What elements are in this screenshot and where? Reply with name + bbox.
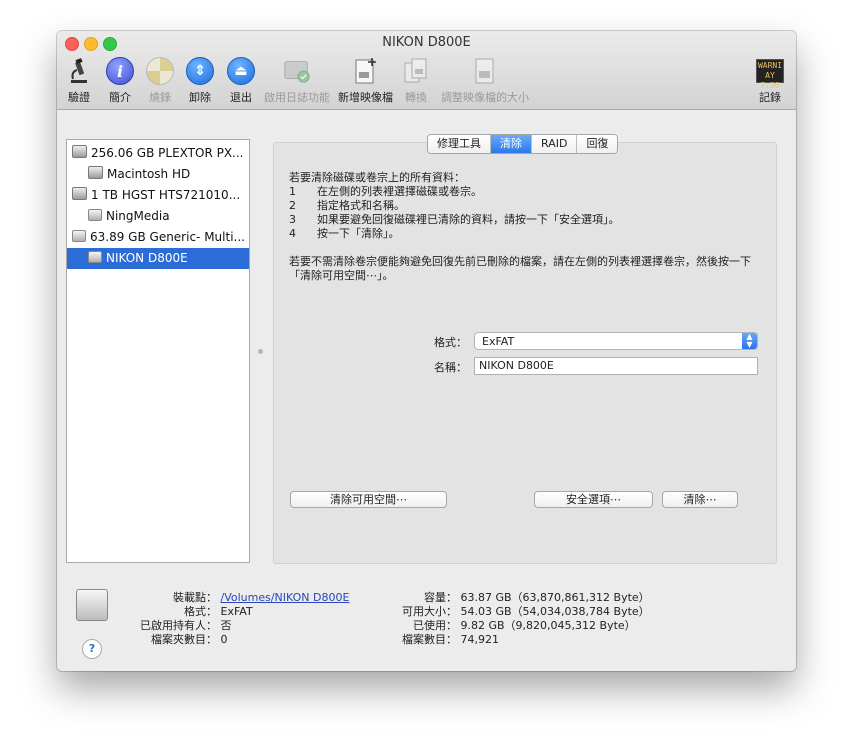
format-label: 格式：	[434, 336, 467, 349]
toolbar-burn-button[interactable]: 燒錄	[146, 57, 174, 105]
help-button[interactable]: ?	[82, 639, 102, 659]
toolbar-label: 退出	[230, 91, 252, 104]
format-select[interactable]: ExFAT ▲ ▼	[474, 332, 758, 350]
log-icon: WARNI AY 7:36	[756, 59, 784, 90]
chevron-updown-icon: ▲ ▼	[742, 333, 757, 349]
titlebar: NIKON D800E 驗證 i 簡介 燒錄 ⇕ 卸除 ⏏ 退出 啟用日誌功能 …	[57, 31, 796, 110]
toolbar-label: 卸除	[189, 91, 211, 104]
window-title: NIKON D800E	[382, 35, 471, 50]
sidebar-item-generic-disk[interactable]: 63.89 GB Generic- Multi...	[67, 227, 249, 248]
toolbar-label: 驗證	[68, 91, 90, 104]
microscope-icon	[65, 57, 93, 85]
toolbar-verify-button[interactable]: 驗證	[65, 57, 93, 105]
toolbar-unmount-button[interactable]: ⇕ 卸除	[186, 57, 214, 105]
available-row: 可用大小： 54.03 GB（54,034,038,784 Byte）	[402, 605, 650, 618]
erase-free-space-note: 若要不需清除卷宗便能夠避免回復先前已刪除的檔案，請在左側的列表裡選擇卷宗，然後按…	[289, 255, 751, 282]
toolbar-label: 新增映像檔	[338, 91, 393, 104]
mount-point-row: 裝載點： /Volumes/NIKON D800E	[173, 591, 350, 604]
erase-button[interactable]: 清除⋯	[662, 491, 738, 508]
hard-disk-icon	[72, 187, 87, 200]
sidebar-item-hgst-disk[interactable]: 1 TB HGST HTS721010...	[67, 185, 249, 206]
tab-erase[interactable]: 清除	[491, 135, 532, 153]
eject-icon: ⏏	[227, 57, 255, 85]
toolbar-label: 轉換	[405, 91, 427, 104]
tab-first-aid[interactable]: 修理工具	[428, 135, 491, 153]
external-disk-icon	[72, 230, 86, 242]
disk-list-sidebar[interactable]: 256.06 GB PLEXTOR PX... Macintosh HD 1 T…	[66, 139, 250, 563]
unmount-icon: ⇕	[186, 57, 214, 85]
used-row: 已使用： 9.82 GB（9,820,045,312 Byte）	[413, 619, 636, 632]
volume-info-disk-icon	[76, 589, 108, 621]
volume-icon	[88, 166, 103, 179]
journal-disk-icon	[283, 57, 311, 85]
folder-count-row: 檔案夾數目： 0	[151, 633, 228, 646]
info-icon: i	[106, 57, 134, 85]
file-count-row: 檔案數目： 74,921	[402, 633, 499, 646]
toolbar-journal-button[interactable]: 啟用日誌功能	[264, 57, 330, 105]
toolbar-log-button[interactable]: WARNI AY 7:36 記錄	[756, 57, 784, 105]
sidebar-item-macintosh-hd[interactable]: Macintosh HD	[67, 164, 249, 185]
instruction-step: 1 在左側的列表裡選擇磁碟或卷宗。	[289, 185, 482, 198]
toolbar-new-image-button[interactable]: 新增映像檔	[338, 57, 393, 105]
toolbar-label: 調整映像檔的大小	[441, 91, 529, 104]
toolbar-convert-button[interactable]: 轉換	[402, 57, 430, 105]
new-image-icon	[352, 57, 380, 85]
security-options-button[interactable]: 安全選項⋯	[534, 491, 653, 508]
convert-icon	[402, 57, 430, 85]
resize-image-icon	[471, 57, 499, 85]
name-label: 名稱：	[434, 361, 467, 374]
tab-restore[interactable]: 回復	[577, 135, 618, 153]
sidebar-item-nikon-d800e[interactable]: NIKON D800E	[67, 248, 249, 269]
sidebar-item-ningmedia[interactable]: NingMedia	[67, 206, 249, 227]
toolbar-label: 記錄	[759, 91, 781, 104]
instruction-step: 2 指定格式和名稱。	[289, 199, 405, 212]
tab-bar: 修理工具 清除 RAID 回復	[427, 134, 619, 154]
tab-raid[interactable]: RAID	[532, 135, 578, 153]
instructions-intro: 若要清除磁碟或卷宗上的所有資料：	[289, 171, 465, 184]
sidebar-item-plextor-disk[interactable]: 256.06 GB PLEXTOR PX...	[67, 143, 249, 164]
toolbar-label: 簡介	[109, 91, 131, 104]
capacity-row: 容量： 63.87 GB（63,870,861,312 Byte）	[424, 591, 650, 604]
mount-point-link[interactable]: /Volumes/NIKON D800E	[221, 591, 350, 604]
toolbar-info-button[interactable]: i 簡介	[106, 57, 134, 105]
toolbar-eject-button[interactable]: ⏏ 退出	[227, 57, 255, 105]
toolbar-resize-image-button[interactable]: 調整映像檔的大小	[441, 57, 529, 105]
volume-name-field[interactable]: NIKON D800E	[474, 357, 758, 375]
burn-disc-icon	[146, 57, 174, 85]
volume-icon	[88, 251, 102, 263]
instruction-step: 3 如果要避免回復磁碟裡已清除的資料，請按一下「安全選項」。	[289, 213, 620, 226]
disk-utility-window: NIKON D800E 驗證 i 簡介 燒錄 ⇕ 卸除 ⏏ 退出 啟用日誌功能 …	[57, 31, 796, 671]
erase-instructions: 若要清除磁碟或卷宗上的所有資料： 1 在左側的列表裡選擇磁碟或卷宗。 2 指定格式和…	[289, 171, 769, 283]
toolbar-label: 啟用日誌功能	[264, 91, 330, 104]
format-select-value: ExFAT	[482, 335, 515, 348]
instruction-step: 4 按一下「清除」。	[289, 227, 400, 240]
hard-disk-icon	[72, 145, 87, 158]
volume-icon	[88, 209, 102, 221]
format-row: 格式： ExFAT	[184, 605, 253, 618]
toolbar-label: 燒錄	[149, 91, 171, 104]
split-view-handle[interactable]	[258, 349, 263, 354]
owners-row: 已啟用持有人： 否	[140, 619, 232, 632]
erase-free-space-button[interactable]: 清除可用空間⋯	[290, 491, 447, 508]
